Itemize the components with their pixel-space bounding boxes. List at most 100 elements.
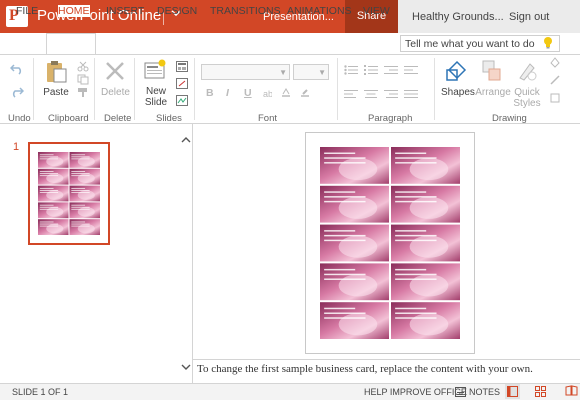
card-flower xyxy=(77,223,95,234)
group-separator xyxy=(434,58,435,120)
card-text-line xyxy=(324,307,356,310)
font-color-icon[interactable] xyxy=(281,88,291,101)
tab-transitions[interactable]: TRANSITIONS xyxy=(210,5,281,17)
undo-icon[interactable] xyxy=(9,63,24,78)
arrange-button-label[interactable]: Arrange xyxy=(475,87,511,98)
card-text-line xyxy=(39,173,59,175)
format-painter-icon[interactable] xyxy=(77,87,89,101)
lightbulb-icon[interactable] xyxy=(543,36,553,49)
increase-indent-icon[interactable] xyxy=(404,65,418,78)
layout-icon[interactable] xyxy=(176,61,188,75)
quick-styles-label-1[interactable]: Quick xyxy=(512,87,542,98)
card-text-line xyxy=(324,268,356,271)
strikethrough-icon[interactable]: ab xyxy=(262,88,273,101)
group-label-font: Font xyxy=(258,113,278,124)
new-slide-icon[interactable] xyxy=(144,59,166,84)
card-text-line xyxy=(71,173,90,175)
duplicate-icon[interactable] xyxy=(176,95,188,109)
notes-pane[interactable]: To change the first sample business card… xyxy=(193,359,580,383)
help-improve-link[interactable]: HELP IMPROVE OFFICE xyxy=(364,387,467,397)
align-left-icon[interactable] xyxy=(344,89,358,102)
group-label-slides: Slides xyxy=(156,113,182,124)
slide-thumbnail-image xyxy=(38,152,100,235)
shape-fill-icon[interactable] xyxy=(549,56,561,71)
account-name[interactable]: Healthy Grounds... xyxy=(412,11,504,23)
card-flower xyxy=(77,156,95,167)
chevron-up-icon[interactable] xyxy=(181,136,191,144)
copy-icon[interactable] xyxy=(77,74,89,88)
slide-thumbnail[interactable] xyxy=(28,142,110,245)
bold-button[interactable]: B xyxy=(206,87,214,99)
notes-toggle[interactable]: NOTES xyxy=(469,387,500,397)
card-flower xyxy=(46,190,64,200)
font-name-select[interactable]: ▼ xyxy=(201,64,290,80)
card-flower xyxy=(409,274,449,297)
underline-button[interactable]: U xyxy=(244,87,252,99)
card-flower xyxy=(77,207,95,217)
card-flower xyxy=(338,313,378,336)
slide-count: SLIDE 1 OF 1 xyxy=(12,387,69,397)
chevron-down-icon[interactable] xyxy=(181,363,191,371)
card-text-line xyxy=(71,208,90,210)
highlight-icon[interactable] xyxy=(300,88,310,101)
numbering-icon[interactable] xyxy=(364,65,378,78)
paste-icon[interactable] xyxy=(44,60,68,87)
font-size-select[interactable]: ▼ xyxy=(293,64,329,80)
decrease-indent-icon[interactable] xyxy=(384,65,398,78)
notes-icon[interactable] xyxy=(455,387,466,400)
cut-icon[interactable] xyxy=(77,61,89,75)
card-text-line xyxy=(39,190,59,191)
card-text-line xyxy=(39,175,59,177)
card-text-line xyxy=(71,206,90,208)
arrange-icon[interactable] xyxy=(482,60,502,85)
shape-effects-icon[interactable] xyxy=(549,92,561,107)
slide-sorter-icon[interactable] xyxy=(535,386,546,400)
quick-styles-icon[interactable] xyxy=(516,60,538,85)
justify-icon[interactable] xyxy=(404,89,418,102)
shapes-icon[interactable] xyxy=(445,60,469,87)
tab-insert[interactable]: INSERT xyxy=(106,5,144,17)
normal-view-button[interactable] xyxy=(505,384,520,399)
tell-me-input[interactable]: Tell me what you want to do xyxy=(400,35,560,52)
card-text-line xyxy=(324,239,366,242)
card-flower xyxy=(46,156,64,167)
reset-icon[interactable] xyxy=(176,78,188,92)
tab-view[interactable]: VIEW xyxy=(363,5,390,17)
card-text-line xyxy=(395,239,437,242)
italic-button[interactable]: I xyxy=(226,87,229,99)
slide[interactable] xyxy=(305,132,475,354)
card-text-line xyxy=(71,204,86,206)
bullets-icon[interactable] xyxy=(344,65,358,78)
group-separator xyxy=(337,58,338,120)
delete-icon[interactable] xyxy=(104,60,126,85)
shapes-button-label[interactable]: Shapes xyxy=(441,87,475,98)
card-flower xyxy=(46,207,64,217)
quick-styles-label-2[interactable]: Styles xyxy=(512,98,542,109)
sign-out-link[interactable]: Sign out xyxy=(509,11,549,23)
group-separator xyxy=(94,58,95,120)
delete-button-label[interactable]: Delete xyxy=(101,87,130,98)
align-center-icon[interactable] xyxy=(364,89,378,102)
paste-button-label[interactable]: Paste xyxy=(43,87,69,98)
card-text-line xyxy=(71,225,90,227)
card-text-line xyxy=(395,312,437,314)
redo-icon[interactable] xyxy=(10,86,25,101)
card-text-line xyxy=(71,192,90,193)
new-slide-label-2[interactable]: Slide xyxy=(143,97,169,108)
vertical-scrollbar[interactable] xyxy=(180,124,192,383)
svg-text:ab: ab xyxy=(263,89,272,98)
card-text-line xyxy=(395,317,437,319)
tab-design[interactable]: DESIGN xyxy=(157,5,197,17)
card-text-line xyxy=(39,221,54,223)
shape-outline-icon[interactable] xyxy=(549,74,561,89)
card-text-line xyxy=(39,187,54,189)
tab-animations[interactable]: ANIMATIONS xyxy=(287,5,352,17)
reading-view-icon[interactable] xyxy=(565,385,578,399)
new-slide-label-1[interactable]: New xyxy=(143,86,169,97)
group-label-clipboard: Clipboard xyxy=(48,113,89,124)
card-text-line xyxy=(39,192,59,193)
card-text-line xyxy=(39,223,59,225)
tab-home[interactable]: HOME xyxy=(58,5,90,17)
tab-file[interactable]: FILE xyxy=(16,5,38,17)
align-right-icon[interactable] xyxy=(384,89,398,102)
